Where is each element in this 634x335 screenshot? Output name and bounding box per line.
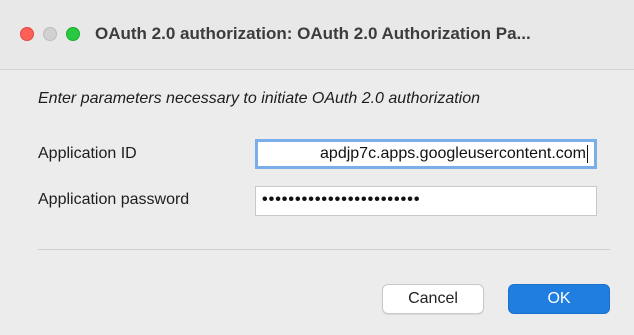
instructions-text: Enter parameters necessary to initiate O…: [38, 90, 481, 107]
application-password-value: ••••••••••••••••••••••••: [262, 191, 421, 208]
application-password-input[interactable]: ••••••••••••••••••••••••: [255, 186, 597, 216]
ok-button[interactable]: OK: [508, 284, 610, 314]
application-password-label: Application password: [38, 191, 190, 208]
close-window-button[interactable]: [20, 27, 34, 41]
minimize-window-button[interactable]: [43, 27, 57, 41]
application-id-value-wrap: apdjp7c.apps.googleusercontent.com: [320, 142, 588, 166]
divider: [38, 249, 610, 250]
application-id-value: apdjp7c.apps.googleusercontent.com: [320, 145, 586, 162]
text-caret: [587, 144, 588, 163]
application-id-label: Application ID: [38, 145, 137, 162]
zoom-window-button[interactable]: [66, 27, 80, 41]
oauth-dialog-window: OAuth 2.0 authorization: OAuth 2.0 Autho…: [0, 0, 634, 335]
window-title: OAuth 2.0 authorization: OAuth 2.0 Autho…: [95, 24, 531, 43]
title-bar: OAuth 2.0 authorization: OAuth 2.0 Autho…: [0, 0, 634, 70]
cancel-button[interactable]: Cancel: [382, 284, 484, 314]
application-id-input[interactable]: apdjp7c.apps.googleusercontent.com: [255, 139, 597, 169]
